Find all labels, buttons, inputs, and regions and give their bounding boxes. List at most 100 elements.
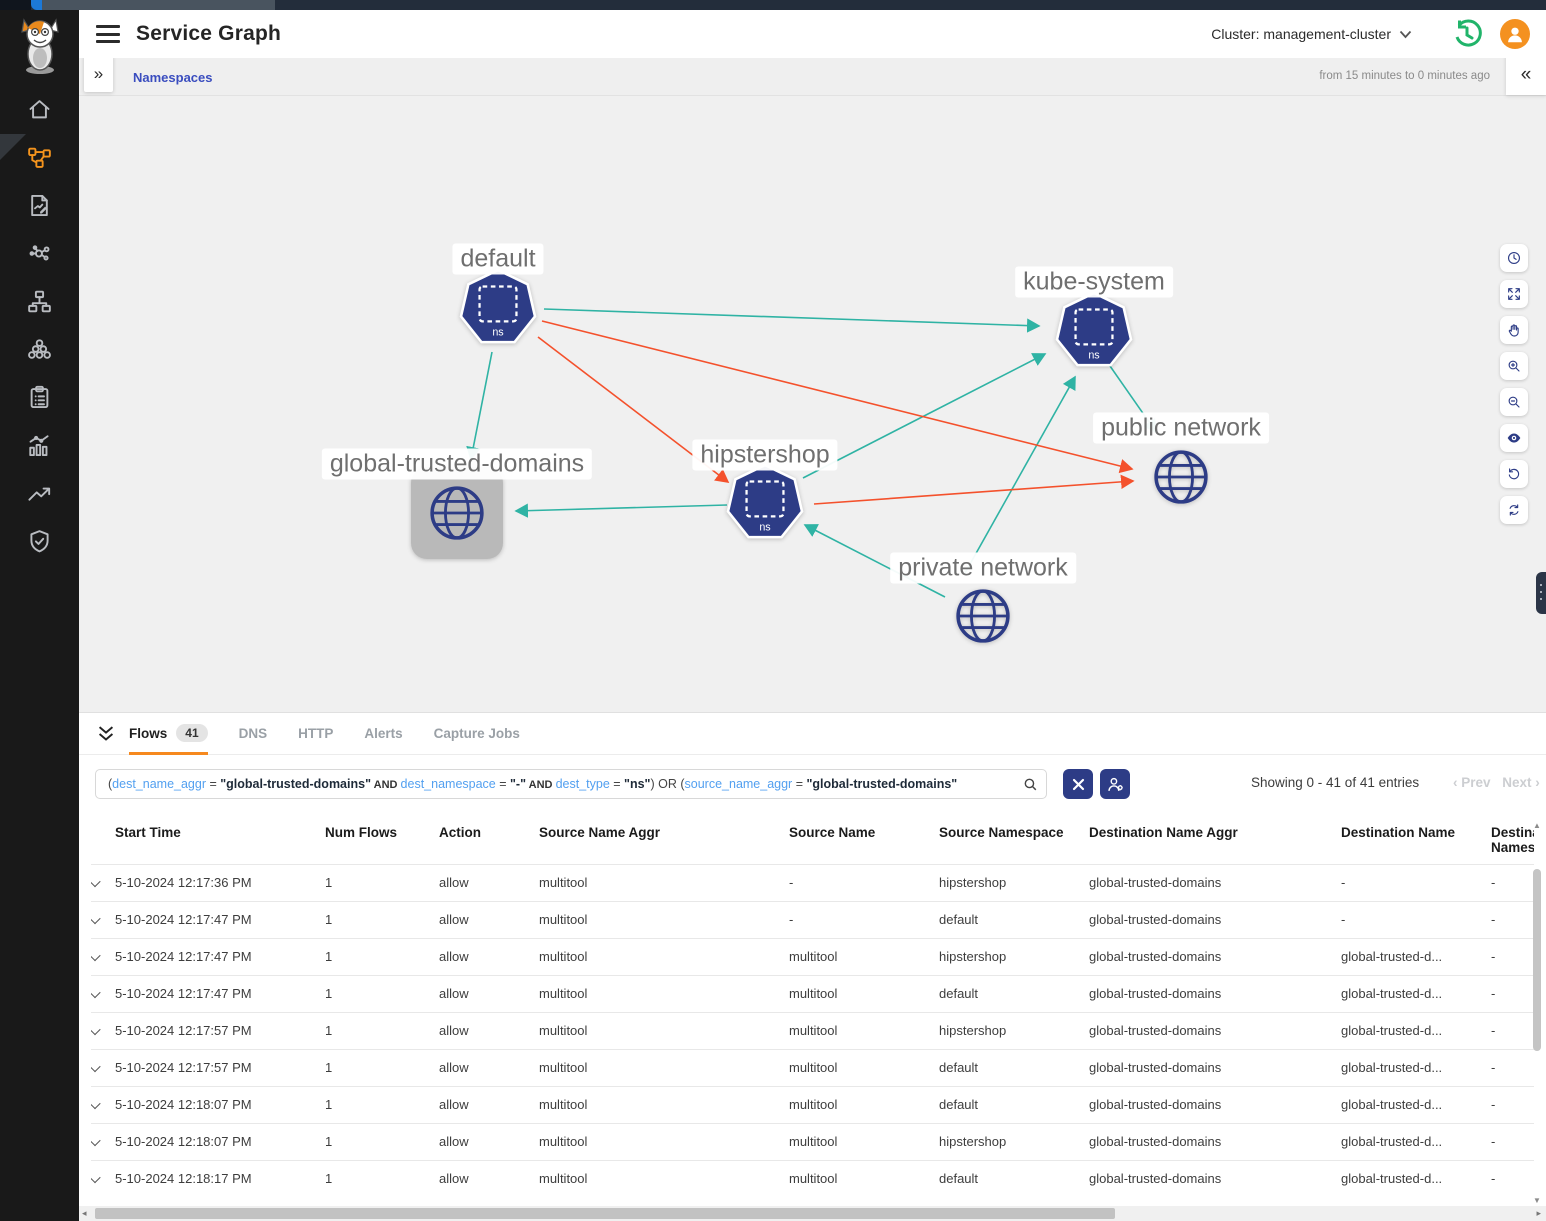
prev-page-button[interactable]: ‹ Prev (1453, 775, 1491, 790)
table-row: 5-10-2024 12:17:47 PM1allowmultitoolmult… (91, 975, 1534, 1012)
graph-node-kube-system[interactable]: ns (1053, 290, 1135, 377)
tab-flows[interactable]: Flows41 (129, 713, 208, 755)
sidebar-item-service-graph[interactable] (0, 136, 79, 184)
table-cell: allow (439, 975, 539, 1012)
next-page-button[interactable]: Next › (1502, 775, 1540, 790)
graph-node-public-network[interactable] (1149, 445, 1213, 514)
query-token-field: source_name_aggr (685, 777, 793, 791)
query-token-plain: = (496, 777, 510, 791)
table-cell: default (939, 1049, 1089, 1086)
hamburger-menu-icon[interactable] (96, 25, 120, 43)
graph-node-global-trusted-domains[interactable] (411, 467, 503, 559)
graph-edge-hipstershop-to-public-network[interactable] (814, 481, 1133, 504)
column-header: Destination Name (1341, 813, 1491, 864)
table-cell: 5-10-2024 12:17:47 PM (115, 938, 325, 975)
table-cell: 5-10-2024 12:17:47 PM (115, 975, 325, 1012)
tab-http[interactable]: HTTP (298, 713, 333, 755)
sidebar-item-policy-edit[interactable] (0, 184, 79, 232)
table-cell: - (1341, 901, 1491, 938)
table-cell: hipstershop (939, 938, 1089, 975)
table-cell: - (1491, 1049, 1534, 1086)
graph-edge-default-to-global-trusted-domains[interactable] (471, 352, 492, 459)
user-avatar[interactable] (1500, 19, 1530, 49)
visibility-button[interactable] (1500, 424, 1528, 452)
row-expand-chevron-icon[interactable] (91, 1172, 101, 1183)
refresh-button[interactable] (1500, 496, 1528, 524)
service-graph-canvas[interactable]: nsdefaultnskube-systemnshipstershopgloba… (79, 96, 1546, 712)
graph-node-hipstershop[interactable]: ns (724, 462, 806, 549)
row-expand-chevron-icon[interactable] (91, 1098, 101, 1109)
clock-button[interactable] (1500, 244, 1528, 272)
window-strip-tab (42, 0, 275, 10)
row-expand-chevron-icon[interactable] (91, 950, 101, 961)
table-cell: multitool (789, 975, 939, 1012)
zoom-out-button[interactable] (1500, 388, 1528, 416)
row-expand-chevron-icon[interactable] (91, 987, 101, 998)
breadcrumb[interactable]: Namespaces (133, 70, 213, 85)
tab-alerts[interactable]: Alerts (364, 713, 402, 755)
fit-screen-button[interactable] (1500, 280, 1528, 308)
column-header: Source Namespace (939, 813, 1089, 864)
table-cell: global-trusted-domains (1089, 975, 1341, 1012)
connected-network-icon (26, 240, 53, 272)
zoom-in-button[interactable] (1500, 352, 1528, 380)
cluster-group-icon (26, 336, 53, 368)
tab-dns[interactable]: DNS (239, 713, 268, 755)
scroll-right-arrow[interactable]: ▸ (1536, 1208, 1541, 1219)
sidebar-item-clipboard-report[interactable] (0, 376, 79, 424)
scroll-left-arrow[interactable]: ◂ (82, 1208, 87, 1219)
sidebar-item-network-tree[interactable] (0, 280, 79, 328)
double-chevron-down-icon[interactable] (95, 723, 117, 745)
graph-node-default[interactable]: ns (457, 267, 539, 354)
sidebar-item-shield-check[interactable] (0, 520, 79, 568)
table-cell: allow (439, 1086, 539, 1123)
table-cell: allow (439, 1012, 539, 1049)
horizontal-scrollbar-thumb[interactable] (95, 1208, 1115, 1219)
table-row: 5-10-2024 12:17:47 PM1allowmultitoolmult… (91, 938, 1534, 975)
scroll-up-arrow[interactable]: ▲ (1532, 821, 1542, 830)
query-token-plain: = (792, 777, 806, 791)
row-expand-chevron-icon[interactable] (91, 1135, 101, 1146)
tab-capture-jobs[interactable]: Capture Jobs (434, 713, 520, 755)
table-cell: multitool (539, 938, 789, 975)
expand-panel-button[interactable]: » (84, 55, 113, 92)
vertical-scrollbar-thumb[interactable] (1533, 869, 1541, 1051)
graph-node-private-network[interactable] (951, 584, 1015, 653)
clipboard-report-icon (26, 384, 53, 416)
sidebar-item-home[interactable] (0, 88, 79, 136)
pan-button[interactable] (1500, 316, 1528, 344)
home-icon (26, 96, 53, 128)
column-header: Start Time (115, 813, 325, 864)
table-cell: default (939, 901, 1089, 938)
graph-edge-default-to-kube-system[interactable] (544, 309, 1039, 326)
flow-filter-input[interactable]: (dest_name_aggr = "global-trusted-domain… (95, 769, 1047, 799)
zoom-out-icon (1506, 394, 1522, 410)
sidebar-item-trend-arrow[interactable] (0, 472, 79, 520)
undo-button[interactable] (1500, 460, 1528, 488)
feedback-tab[interactable] (1536, 572, 1546, 614)
column-header: Destination Name Aggr (1089, 813, 1341, 864)
user-gear-icon (1106, 775, 1125, 794)
row-expand-chevron-icon[interactable] (91, 876, 101, 887)
table-cell: - (1491, 1012, 1534, 1049)
selected-node-highlight (411, 467, 503, 559)
graph-edge-private-network-to-kube-system[interactable] (965, 377, 1075, 573)
clear-filter-button[interactable] (1063, 769, 1093, 799)
sidebar-item-bar-chart[interactable] (0, 424, 79, 472)
scroll-down-arrow[interactable]: ▼ (1532, 1196, 1542, 1205)
sidebar-item-cluster-group[interactable] (0, 328, 79, 376)
graph-edge-hipstershop-to-global-trusted-domains[interactable] (516, 505, 727, 511)
table-cell: 1 (325, 1123, 439, 1160)
window-strip-segment (0, 0, 31, 10)
user-filter-settings-button[interactable] (1100, 769, 1130, 799)
sidebar-item-connected-network[interactable] (0, 232, 79, 280)
table-cell: multitool (789, 938, 939, 975)
cluster-selector[interactable]: Cluster: management-cluster (1211, 26, 1412, 42)
table-cell: multitool (539, 1123, 789, 1160)
collapse-panel-button[interactable]: « (1506, 54, 1546, 95)
row-expand-chevron-icon[interactable] (91, 1061, 101, 1072)
history-icon[interactable] (1450, 18, 1482, 50)
row-expand-chevron-icon[interactable] (91, 913, 101, 924)
window-top-strip (0, 0, 1546, 10)
row-expand-chevron-icon[interactable] (91, 1024, 101, 1035)
